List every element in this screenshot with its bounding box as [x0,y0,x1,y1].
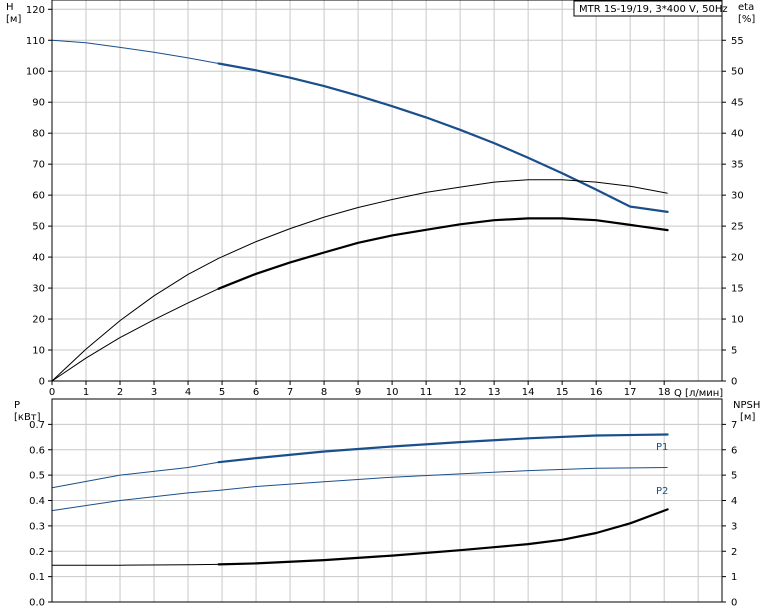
series-0-0-line [51,39,668,213]
eta-tick-label: 0 [731,377,737,388]
eta-axis-label-unit: [%] [738,14,755,25]
head-tick-label: 60 [32,191,45,202]
flow-tick-label: 17 [624,387,637,398]
flow-tick-label: 12 [454,387,467,398]
chart-title: MTR 1S-19/19, 3*400 V, 50Hz [579,4,728,15]
head-tick-label: 100 [26,67,45,78]
npsh-tick-label: 1 [731,572,737,583]
head-efficiency-grid [51,0,722,382]
eta-tick-label: 35 [731,160,744,171]
eta-tick-label: 50 [731,67,744,78]
flow-tick-label: 10 [386,387,399,398]
series-0-1-line [51,179,668,382]
power-tick-label: 0.5 [29,471,45,482]
head-tick-label: 70 [32,160,45,171]
flow-tick-label: 15 [556,387,569,398]
head-efficiency-lines [51,39,669,382]
eta-tick-label: 45 [731,98,744,109]
flow-tick-label: 5 [219,387,225,398]
series-p1-duty-range [217,433,669,464]
flow-tick-label: 9 [355,387,361,398]
eta-tick-label: 30 [731,191,744,202]
power-tick-label: 0.1 [29,572,45,583]
p2-series-label: P2 [656,486,668,497]
npsh-tick-label: 7 [731,420,737,431]
head-tick-label: 80 [32,129,45,140]
head-tick-label: 30 [32,284,45,295]
head-tick-label: 90 [32,98,45,109]
flow-tick-label: 6 [253,387,259,398]
flow-tick-label: 7 [287,387,293,398]
p1-series-label: P1 [656,442,668,453]
power-tick-label: 0.2 [29,547,45,558]
power-tick-label: 0.6 [29,445,45,456]
head-axis-label-unit: [м] [6,14,21,25]
npsh-tick-label: 5 [731,471,737,482]
head-axis-label-symbol: H [6,2,14,13]
npsh-tick-label: 4 [731,496,737,507]
eta-tick-label: 15 [731,284,744,295]
flow-tick-label: 13 [488,387,501,398]
npsh-tick-label: 6 [731,445,737,456]
flow-tick-label: 18 [658,387,671,398]
eta-tick-label: 55 [731,36,744,47]
flow-tick-label: 4 [185,387,191,398]
head-tick-label: 20 [32,315,45,326]
npsh-tick-label: 3 [731,521,737,532]
head-efficiency-frame [51,0,723,382]
pump-curve-chart: 0 10 20 30 40 50 60 70 80 90 100 110 120 0 5 10 15 20 25 30… [0,0,774,611]
power-npsh-panel: 0.00.10.20.30.40.50.60.701234567 P [кВт]… [14,398,760,609]
power-axis-label-unit: [кВт] [14,412,41,423]
series-0-2-duty-range [217,217,669,290]
flow-tick-label: 16 [590,387,603,398]
head-tick-label: 40 [32,253,45,264]
series-1-2-duty-range [217,508,669,566]
power-npsh-lines [51,433,669,566]
eta-tick-label: 5 [731,346,737,357]
flow-tick-label: 0 [49,387,55,398]
flow-axis-label: Q [л/мин] [674,388,723,399]
npsh-tick-label: 2 [731,547,737,558]
head-tick-label: 120 [26,5,45,16]
head-tick-label: 110 [26,36,45,47]
chart-svg: 0102030405060708090100110120051015202530… [6,0,760,609]
power-tick-label: 0.0 [29,598,45,609]
flow-tick-label: 3 [151,387,157,398]
flow-tick-label: 1 [83,387,89,398]
flow-tick-label: 2 [117,387,123,398]
npsh-axis-label-unit: [м] [740,412,755,423]
head-tick-label: 10 [32,346,45,357]
eta-tick-label: 40 [731,129,744,140]
power-npsh-grid [51,399,722,603]
flow-tick-label: 14 [522,387,535,398]
power-tick-label: 0.3 [29,521,45,532]
power-tick-label: 0.4 [29,496,45,507]
power-axis-label-symbol: P [14,400,20,411]
npsh-axis-label-symbol: NPSH [733,400,760,411]
head-efficiency-panel: 0102030405060708090100110120051015202530… [6,0,755,399]
flow-tick-label: 8 [321,387,327,398]
eta-axis-label-symbol: eta [738,2,754,13]
head-tick-label: 0 [39,377,45,388]
eta-tick-label: 20 [731,253,744,264]
flow-tick-label: 11 [420,387,433,398]
head-tick-label: 50 [32,222,45,233]
series-p2-line [51,467,668,512]
eta-tick-label: 25 [731,222,744,233]
npsh-tick-label: 0 [731,598,737,609]
eta-tick-label: 10 [731,315,744,326]
